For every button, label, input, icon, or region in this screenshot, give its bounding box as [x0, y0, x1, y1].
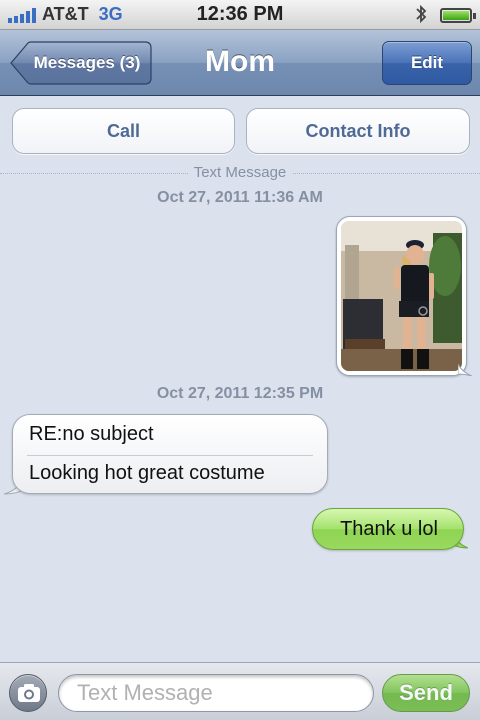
photo-image: [341, 221, 462, 371]
message-type-text: Text Message: [187, 164, 293, 181]
bluetooth-icon: [416, 4, 427, 24]
call-button[interactable]: Call: [12, 108, 235, 154]
outgoing-text: Thank u lol: [340, 518, 438, 540]
message-input[interactable]: [58, 674, 374, 712]
photo-message-bubble[interactable]: [336, 216, 467, 376]
incoming-text: Looking hot great costume: [29, 462, 265, 484]
camera-button[interactable]: [9, 674, 47, 712]
nav-bar: Messages (3) Mom Edit: [0, 30, 480, 96]
message-type-label: Text Message: [0, 164, 480, 181]
send-button[interactable]: Send: [382, 674, 470, 712]
timestamp-1: Oct 27, 2011 11:36 AM: [157, 189, 323, 206]
contact-info-button[interactable]: Contact Info: [246, 108, 470, 154]
incoming-message-bubble[interactable]: RE:no subject Looking hot great costume: [4, 414, 328, 495]
back-button-label: Messages (3): [33, 53, 141, 72]
subject-separator: [27, 455, 313, 456]
outgoing-bubble-body: Thank u lol: [312, 508, 464, 550]
photo-bubble-tail: [458, 364, 472, 376]
edit-button[interactable]: Edit: [382, 41, 472, 85]
battery-level: [443, 11, 469, 20]
carrier-name: AT&T: [42, 4, 89, 24]
photo-thumbnail[interactable]: [341, 221, 462, 371]
camera-icon: [18, 684, 40, 702]
composer-bar: Send: [0, 662, 480, 720]
network-type: 3G: [98, 4, 123, 24]
timestamp-2: Oct 27, 2011 12:35 PM: [156, 385, 324, 402]
status-bar: AT&T 3G 12:36 PM: [0, 0, 480, 30]
incoming-subject: RE:no subject: [29, 423, 154, 445]
page-title: Mom: [205, 45, 275, 78]
signal-icon: [8, 7, 36, 23]
battery-icon: [440, 8, 476, 23]
back-button[interactable]: Messages (3): [10, 41, 152, 85]
outgoing-message-bubble[interactable]: Thank u lol: [312, 508, 468, 550]
incoming-bubble-body: RE:no subject Looking hot great costume: [12, 414, 328, 494]
